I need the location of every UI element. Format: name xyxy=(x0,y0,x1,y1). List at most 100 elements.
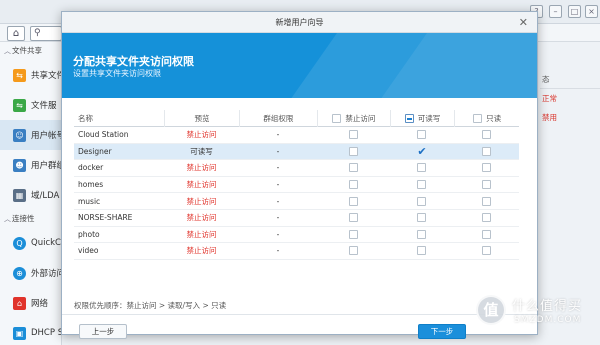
sidebar-item-dhcp-server[interactable]: ▣DHCP Server xyxy=(0,318,61,345)
group-permission: - xyxy=(276,229,280,239)
sidebar-section-file-sharing[interactable]: ︿文件共享 xyxy=(0,42,61,60)
deny-cell xyxy=(317,146,390,156)
folder-name: Designer xyxy=(78,146,112,156)
create-user-wizard-dialog: 新增用户向导 ✕ 分配共享文件夹访问权限 设置共享文件夹访问权限 名称 预览 群… xyxy=(61,11,538,339)
sidebar-item-user-group[interactable]: ☻ 用户群组 xyxy=(0,150,61,180)
next-step-button[interactable]: 下一步 xyxy=(418,324,466,339)
read-write-all-checkbox[interactable] xyxy=(404,113,414,123)
search-icon: ⚲ xyxy=(34,28,41,38)
maximize-icon[interactable]: □ xyxy=(568,5,581,18)
home-icon: ⌂ xyxy=(12,28,20,39)
sidebar-item-quickconnect[interactable]: Q QuickC xyxy=(0,228,61,258)
deny-all-checkbox[interactable] xyxy=(332,113,342,123)
read-write-label: 可读写 xyxy=(417,113,441,123)
checkmark-icon[interactable]: ✔ xyxy=(417,147,426,156)
table-header-row: 名称 预览 群组权限 禁止访问 可读写 只读 xyxy=(74,109,519,127)
table-row[interactable]: photo 禁止访问 - xyxy=(74,227,519,244)
read-write-checkbox[interactable] xyxy=(417,180,427,190)
column-header-deny: 禁止访问 xyxy=(317,109,390,127)
watermark-url: SMZDM.COM xyxy=(514,315,582,325)
deny-checkbox[interactable] xyxy=(348,163,358,173)
group-permission: - xyxy=(276,130,280,140)
column-header-name[interactable]: 名称 xyxy=(74,110,164,127)
table-row[interactable]: Cloud Station 禁止访问 - xyxy=(74,127,519,144)
read-only-checkbox[interactable] xyxy=(482,229,492,239)
table-row[interactable]: docker 禁止访问 - xyxy=(74,160,519,177)
deny-cell xyxy=(317,213,390,223)
table-row[interactable]: NORSE-SHARE 禁止访问 - xyxy=(74,210,519,227)
watermark-text: 什么值得买 xyxy=(512,299,583,314)
read-only-all-checkbox[interactable] xyxy=(473,113,483,123)
status-column-header: 态 xyxy=(540,70,600,89)
user-group-icon: ☻ xyxy=(13,158,26,172)
read-only-checkbox[interactable] xyxy=(482,163,492,173)
read-only-label: 只读 xyxy=(486,113,502,123)
previous-step-button[interactable]: 上一步 xyxy=(79,324,127,339)
read-write-cell xyxy=(390,180,455,190)
column-header-group-permission[interactable]: 群组权限 xyxy=(238,109,317,127)
read-write-checkbox[interactable] xyxy=(417,229,427,239)
minimize-icon[interactable]: – xyxy=(549,5,562,18)
read-only-checkbox[interactable] xyxy=(482,246,492,256)
table-row[interactable]: music 禁止访问 - xyxy=(74,193,519,210)
preview-permission: 禁止访问 xyxy=(186,196,217,206)
permission-priority-note: 权限优先顺序：禁止访问 > 读取/写入 > 只读 xyxy=(74,301,227,310)
read-write-checkbox[interactable] xyxy=(417,196,427,206)
folder-name: photo xyxy=(78,229,100,239)
deny-cell xyxy=(317,130,390,140)
read-write-checkbox[interactable] xyxy=(417,130,427,140)
sidebar-item-network[interactable]: ⌂ 网络 xyxy=(0,288,61,318)
read-only-checkbox[interactable] xyxy=(482,180,492,190)
dialog-header-banner: 分配共享文件夹访问权限 设置共享文件夹访问权限 xyxy=(62,33,537,98)
read-only-checkbox[interactable] xyxy=(482,146,492,156)
folder-name: docker xyxy=(78,163,104,173)
preview-permission: 禁止访问 xyxy=(186,246,217,256)
dialog-titlebar: 新增用户向导 ✕ xyxy=(62,12,537,33)
read-write-checkbox[interactable] xyxy=(417,163,427,173)
sidebar-section-connectivity[interactable]: ︿连接性 xyxy=(0,210,61,228)
sidebar-item-domain-ldap[interactable]: ▦ 域/LDA xyxy=(0,180,61,210)
deny-checkbox[interactable] xyxy=(348,146,358,156)
preview-permission: 禁止访问 xyxy=(186,130,217,140)
group-permission: - xyxy=(276,180,280,190)
dhcp-icon: ▣ xyxy=(13,326,26,340)
preview-permission: 禁止访问 xyxy=(186,213,217,223)
read-write-checkbox[interactable] xyxy=(417,213,427,223)
share-folder-icon: ⇆ xyxy=(13,68,26,82)
deny-checkbox[interactable] xyxy=(348,229,358,239)
column-header-preview[interactable]: 预览 xyxy=(164,109,238,127)
permission-table: 名称 预览 群组权限 禁止访问 可读写 只读 Cloud Station 禁止访问… xyxy=(74,109,519,260)
read-only-cell xyxy=(454,213,519,223)
read-only-cell xyxy=(454,146,519,156)
search-input[interactable]: ⚲ xyxy=(30,26,62,41)
deny-checkbox[interactable] xyxy=(348,180,358,190)
column-header-read-only: 只读 xyxy=(454,109,519,127)
read-only-checkbox[interactable] xyxy=(482,213,492,223)
deny-cell xyxy=(317,196,390,206)
sidebar-item-shared-folder[interactable]: ⇆ 共享文件 xyxy=(0,60,61,90)
read-write-checkbox[interactable] xyxy=(417,246,427,256)
home-button[interactable]: ⌂ xyxy=(7,26,25,41)
read-only-cell xyxy=(454,130,519,140)
group-permission: - xyxy=(276,196,280,206)
step-title: 分配共享文件夹访问权限 xyxy=(73,55,194,68)
deny-checkbox[interactable] xyxy=(348,196,358,206)
close-icon[interactable]: × xyxy=(585,5,598,18)
read-write-cell: ✔ xyxy=(390,147,455,156)
table-row[interactable]: Designer 可读写 - ✔ xyxy=(74,143,519,161)
deny-checkbox[interactable] xyxy=(348,130,358,140)
read-only-checkbox[interactable] xyxy=(482,196,492,206)
read-write-cell xyxy=(390,163,455,173)
user-icon: ☺ xyxy=(13,128,26,142)
sidebar-item-file-services[interactable]: ⇋ 文件服 xyxy=(0,90,61,120)
read-only-checkbox[interactable] xyxy=(482,130,492,140)
sidebar-item-external-access[interactable]: ⊕ 外部访问 xyxy=(0,258,61,288)
table-row[interactable]: homes 禁止访问 - xyxy=(74,177,519,194)
table-row[interactable]: video 禁止访问 - xyxy=(74,243,519,260)
deny-checkbox[interactable] xyxy=(348,213,358,223)
folder-name: NORSE-SHARE xyxy=(78,213,133,223)
group-permission: - xyxy=(276,146,280,156)
deny-checkbox[interactable] xyxy=(348,246,358,256)
sidebar-item-user-account[interactable]: ☺ 用户帐号 xyxy=(0,120,61,150)
close-icon[interactable]: ✕ xyxy=(519,12,528,33)
